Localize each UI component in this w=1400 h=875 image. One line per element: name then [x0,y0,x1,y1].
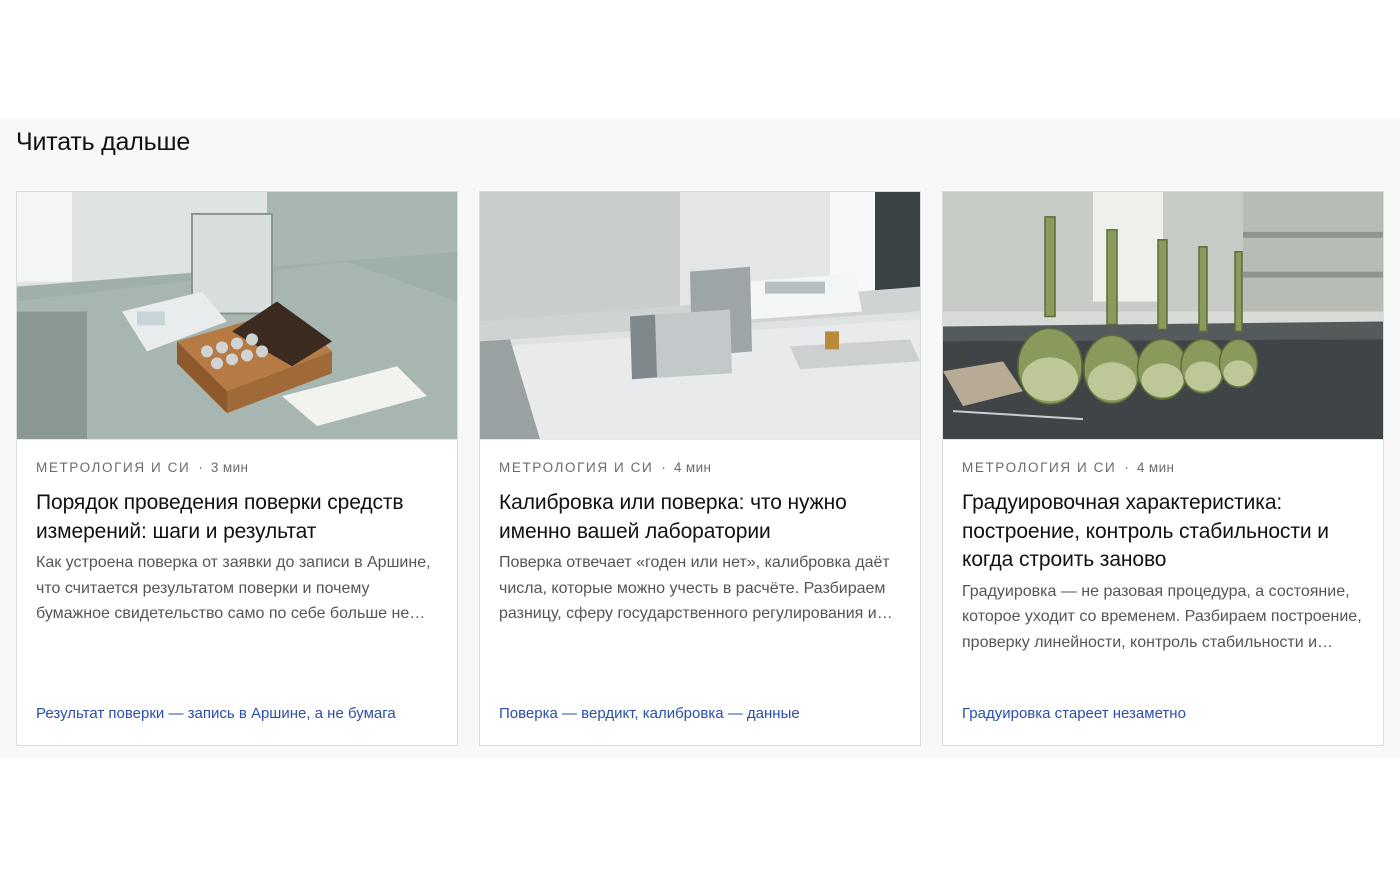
article-card[interactable]: МЕТРОЛОГИЯ И СИ · 3 мин Порядок проведения… [16,191,458,746]
meta-separator: · [661,460,666,475]
meta-separator: · [1124,460,1129,475]
category-label: МЕТРОЛОГИЯ И СИ [36,460,191,475]
volumetric-flasks-image [943,192,1383,440]
read-time: 3 мин [210,460,249,475]
card-excerpt: Поверка отвечает «годен или нет», калибр… [499,554,890,622]
card-key-takeaway[interactable]: Градуировка стареет незаметно [962,703,1343,726]
lab-calibration-block-image [480,192,920,440]
card-meta: МЕТРОЛОГИЯ И СИ · 4 мин [499,460,902,475]
card-title[interactable]: Градуировочная характеристика: построени… [962,489,1365,575]
card-meta: МЕТРОЛОГИЯ И СИ · 4 мин [962,460,1365,475]
card-body: МЕТРОЛОГИЯ И СИ · 4 мин Градуировочная хар… [962,460,1365,655]
card-key-takeaway[interactable]: Результат поверки — запись в Аршине, а н… [36,703,417,726]
card-title[interactable]: Порядок проведения поверки средств измер… [36,489,439,546]
article-cards: МЕТРОЛОГИЯ И СИ · 3 мин Порядок проведения… [16,191,1384,746]
category-label: МЕТРОЛОГИЯ И СИ [499,460,654,475]
card-excerpt: Как устроена поверка от заявки до записи… [36,554,431,622]
card-meta: МЕТРОЛОГИЯ И СИ · 3 мин [36,460,439,475]
card-excerpt: Градуировка — не разовая процедура, а со… [962,582,1362,651]
card-body: МЕТРОЛОГИЯ И СИ · 3 мин Порядок проведения… [36,460,439,627]
card-key-takeaway[interactable]: Поверка — вердикт, калибровка — данные [499,703,880,726]
category-label: МЕТРОЛОГИЯ И СИ [962,460,1117,475]
card-body: МЕТРОЛОГИЯ И СИ · 4 мин Калибровка или пов… [499,460,902,627]
meta-separator: · [198,460,203,475]
section-title: Читать дальше [16,128,191,156]
read-time: 4 мин [673,460,712,475]
card-title[interactable]: Калибровка или поверка: что нужно именно… [499,489,902,546]
lab-balance-weights-image [17,192,457,440]
article-card[interactable]: МЕТРОЛОГИЯ И СИ · 4 мин Калибровка или пов… [479,191,921,746]
read-time: 4 мин [1136,460,1175,475]
article-card[interactable]: МЕТРОЛОГИЯ И СИ · 4 мин Градуировочная хар… [942,191,1384,746]
